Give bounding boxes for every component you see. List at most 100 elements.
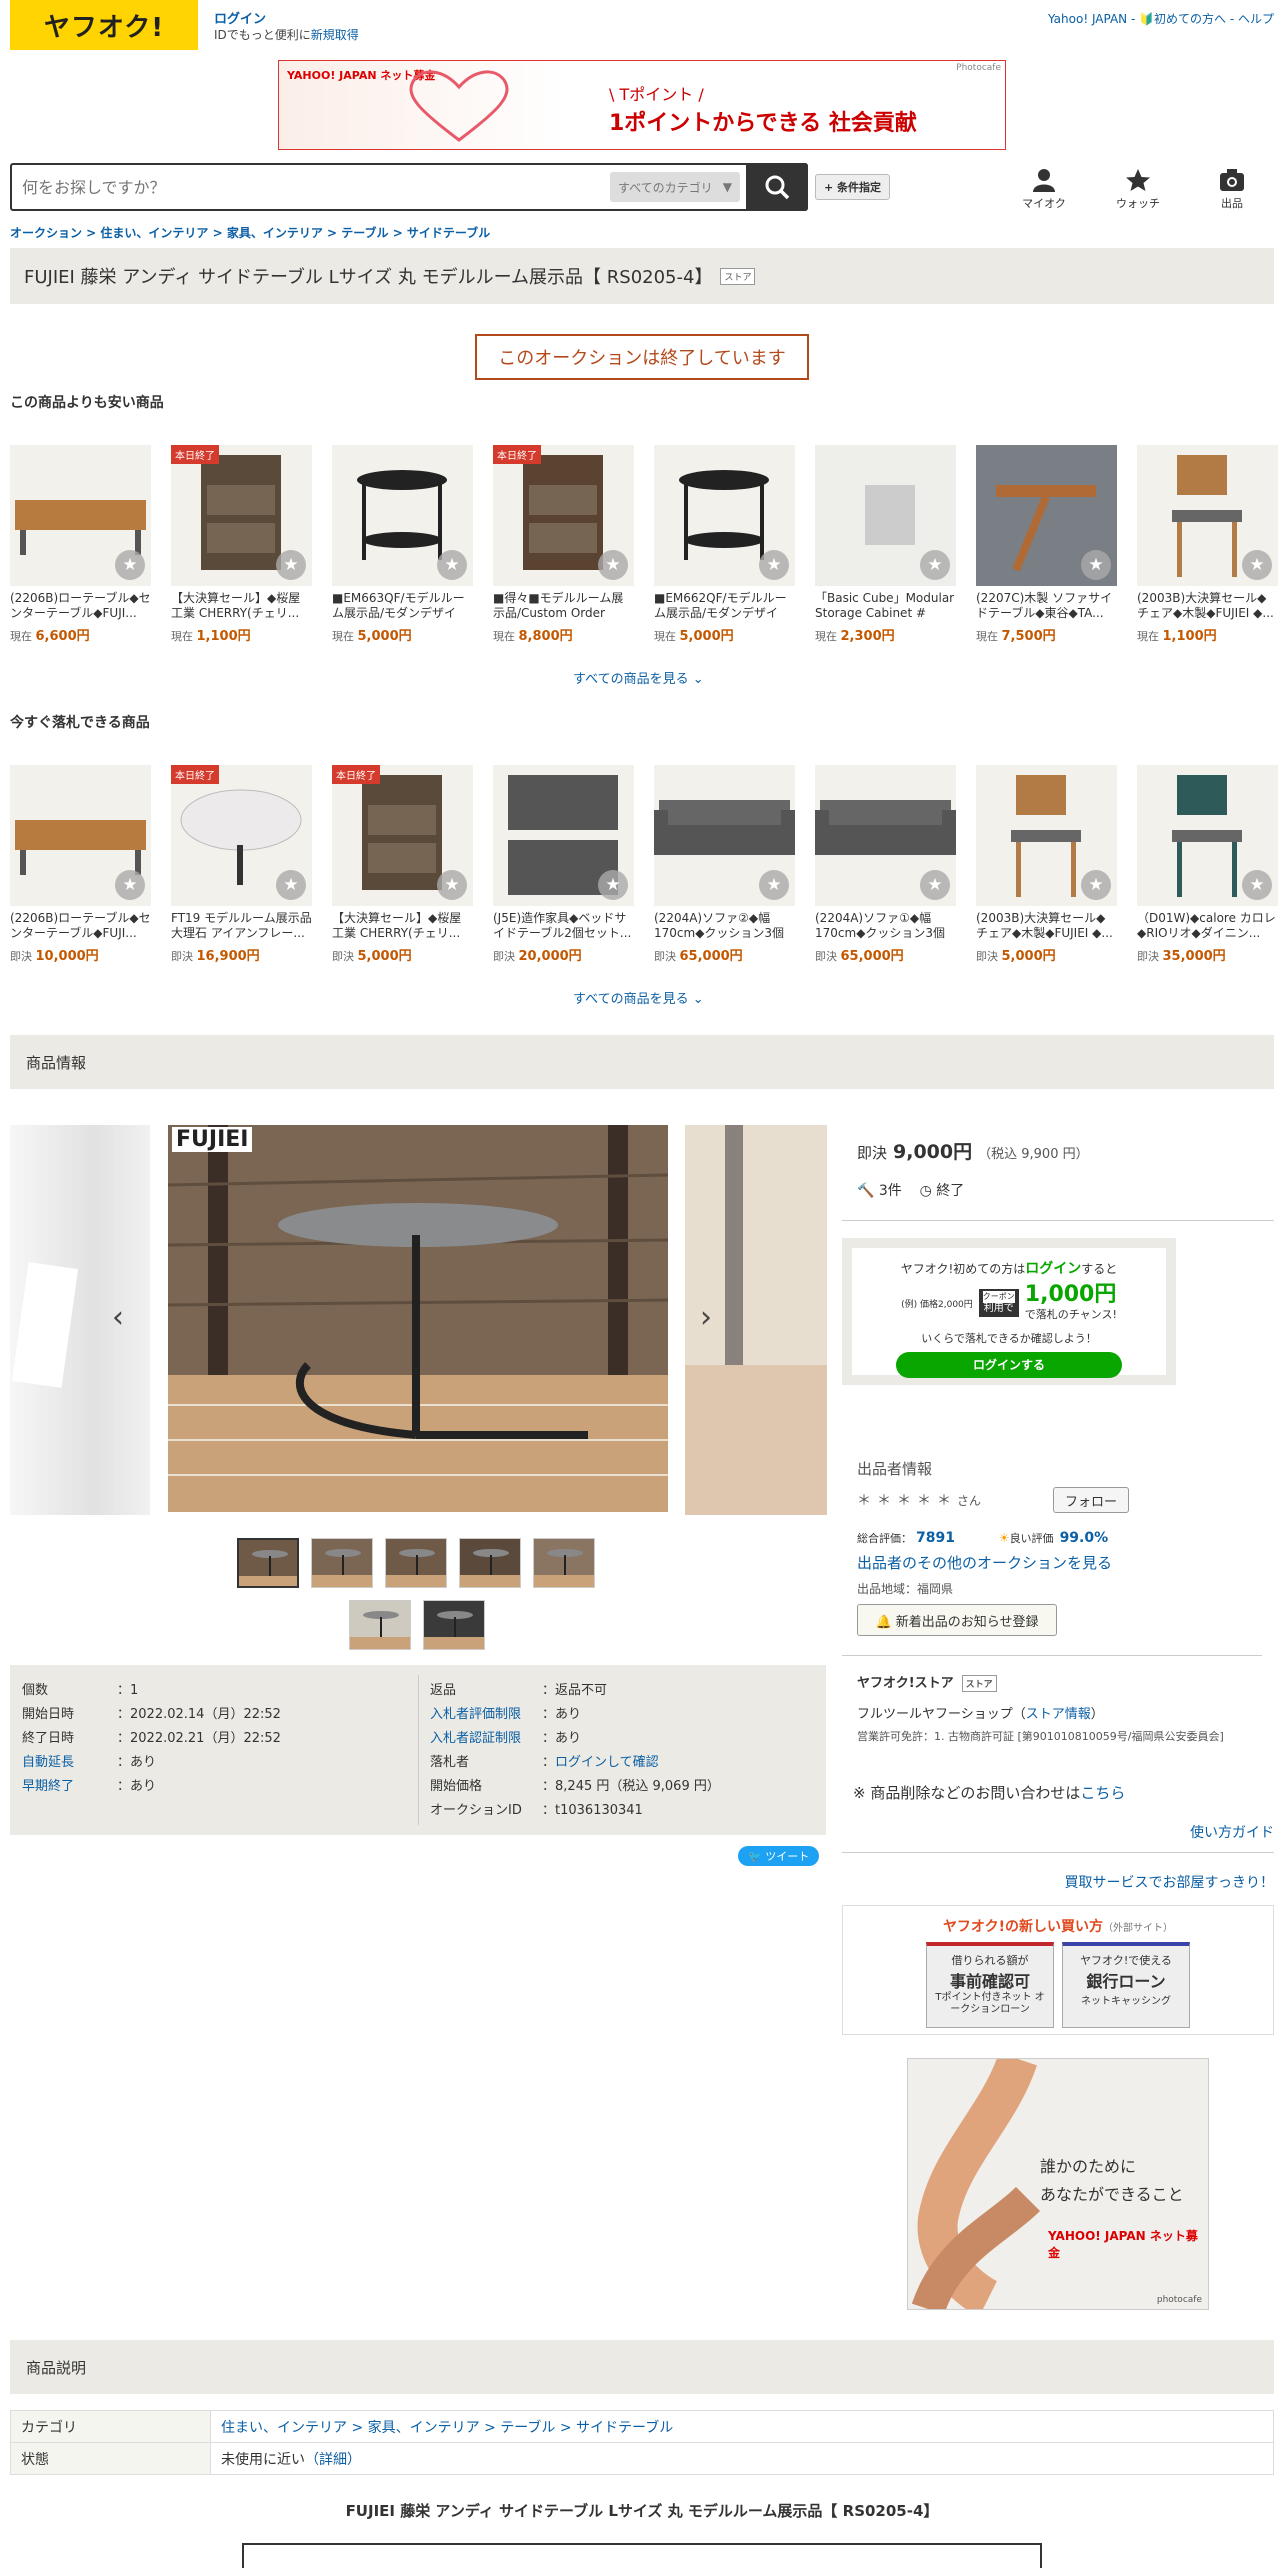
watch-star-icon[interactable]: ★: [1242, 550, 1272, 580]
watch-star-icon[interactable]: ★: [759, 870, 789, 900]
gallery-prev-image[interactable]: [10, 1125, 150, 1515]
product-thumbnail[interactable]: 本日終了 ★: [332, 765, 473, 906]
good-rating-pct[interactable]: 99.0%: [1060, 1530, 1109, 1546]
product-card[interactable]: ★ 「Basic Cube」Modular Storage Cabinet # …: [815, 445, 956, 644]
product-main-image[interactable]: FUJIEI: [168, 1125, 668, 1512]
product-card[interactable]: ★ (2204A)ソファ②◆幅170cm◆クッション3個付... 即決 65,0…: [654, 765, 795, 964]
watch-star-icon[interactable]: ★: [920, 870, 950, 900]
product-thumbnail[interactable]: ★: [815, 445, 956, 586]
product-name[interactable]: 【大決算セール】◆桜屋工業 CHERRY(チェリ...: [332, 911, 473, 941]
watch-star-icon[interactable]: ★: [276, 550, 306, 580]
watch-star-icon[interactable]: ★: [1081, 550, 1111, 580]
product-name[interactable]: (2204A)ソファ①◆幅170cm◆クッション3個付...: [815, 911, 956, 941]
product-thumbnail[interactable]: ★: [976, 765, 1117, 906]
yahuoku-logo[interactable]: ヤフオク!: [10, 0, 198, 50]
product-thumbnail[interactable]: ★: [1137, 765, 1278, 906]
category-value-link[interactable]: 住まい、インテリア > 家具、インテリア > テーブル > サイドテーブル: [210, 2410, 1274, 2443]
product-name[interactable]: ■EM662QF/モデルルーム展示品/モダンデザイン/...: [654, 591, 795, 621]
product-card[interactable]: ★ (2206B)ローテーブル◆センターテーブル◆FUJI... 即決 10,0…: [10, 765, 151, 964]
product-card[interactable]: ★ (2207C)木製 ソファサイドテーブル◆東谷◆TA... 現在 7,500…: [976, 445, 1117, 644]
product-thumbnail[interactable]: ★: [654, 445, 795, 586]
gallery-thumbnail[interactable]: [423, 1600, 485, 1650]
rating-value[interactable]: 7891: [916, 1530, 955, 1546]
product-thumbnail[interactable]: ★: [493, 765, 634, 906]
product-card[interactable]: 本日終了 ★ ■得々■モデルルーム展示品/Custom Order Item/.…: [493, 445, 634, 644]
product-thumbnail[interactable]: ★: [10, 445, 151, 586]
cheaper-see-all-link[interactable]: すべての商品を見る ⌄: [573, 668, 704, 687]
product-thumbnail[interactable]: 本日終了 ★: [493, 445, 634, 586]
condition-button[interactable]: + 条件指定: [815, 174, 891, 200]
product-name[interactable]: FT19 モデルルーム展示品 大理石 アイアンフレー...: [171, 911, 312, 941]
product-card[interactable]: ★ ■EM662QF/モデルルーム展示品/モダンデザイン/... 現在 5,00…: [654, 445, 795, 644]
usage-guide-link[interactable]: 使い方ガイド: [1190, 1822, 1274, 1842]
product-card[interactable]: ★ （D01W)◆calore カロレ◆RIOリオ◆ダイニン... 即決 35,…: [1137, 765, 1278, 964]
search-button[interactable]: [746, 163, 808, 211]
product-thumbnail[interactable]: ★: [815, 765, 956, 906]
gallery-thumbnail[interactable]: [459, 1538, 521, 1588]
store-info-link[interactable]: ストア情報: [1026, 1707, 1091, 1722]
product-card[interactable]: 本日終了 ★ 【大決算セール】◆桜屋工業 CHERRY(チェリ... 現在 1,…: [171, 445, 312, 644]
watch-star-icon[interactable]: ★: [276, 870, 306, 900]
breadcrumb[interactable]: オークション > 住まい、インテリア > 家具、インテリア > テーブル > サ…: [10, 224, 490, 241]
gallery-next-arrow[interactable]: ›: [700, 1300, 712, 1335]
info-key[interactable]: 早期終了: [22, 1775, 117, 1794]
watch-star-icon[interactable]: ★: [598, 870, 628, 900]
watch-star-icon[interactable]: ★: [437, 550, 467, 580]
product-name[interactable]: ■EM663QF/モデルルーム展示品/モダンデザイン/...: [332, 591, 473, 621]
product-card[interactable]: ★ (2003B)大決算セール◆チェア◆木製◆FUJIEI ◆... 即決 5,…: [976, 765, 1117, 964]
product-thumbnail[interactable]: ★: [654, 765, 795, 906]
watch-star-icon[interactable]: ★: [1081, 870, 1111, 900]
product-name[interactable]: (2003B)大決算セール◆チェア◆木製◆FUJIEI ◆...: [976, 911, 1117, 941]
signup-link[interactable]: 新規取得: [311, 28, 359, 42]
new-listing-notify-button[interactable]: 🔔 新着出品のお知らせ登録: [857, 1604, 1057, 1636]
product-card[interactable]: ★ (J5E)造作家具◆ベッドサイドテーブル2個セット... 即決 20,000…: [493, 765, 634, 964]
tweet-button[interactable]: 🐦 ツイート: [738, 1846, 820, 1866]
gallery-thumbnail[interactable]: [237, 1538, 299, 1588]
product-card[interactable]: ★ ■EM663QF/モデルルーム展示品/モダンデザイン/... 現在 5,00…: [332, 445, 473, 644]
product-name[interactable]: 「Basic Cube」Modular Storage Cabinet # Ar…: [815, 591, 956, 621]
state-detail-link[interactable]: （詳細）: [305, 2452, 361, 2468]
gallery-prev-arrow[interactable]: ‹: [112, 1300, 124, 1335]
product-name[interactable]: （D01W)◆calore カロレ◆RIOリオ◆ダイニン...: [1137, 911, 1278, 941]
product-thumbnail[interactable]: ★: [1137, 445, 1278, 586]
gallery-thumbnail[interactable]: [385, 1538, 447, 1588]
info-key[interactable]: 自動延長: [22, 1751, 117, 1770]
product-thumbnail[interactable]: 本日終了 ★: [171, 765, 312, 906]
follow-button[interactable]: フォロー: [1053, 1487, 1129, 1513]
watch-star-icon[interactable]: ★: [759, 550, 789, 580]
product-name[interactable]: (2207C)木製 ソファサイドテーブル◆東谷◆TA...: [976, 591, 1117, 621]
seller-other-auctions-link[interactable]: 出品者のその他のオークションを見る: [857, 1552, 1112, 1573]
product-name[interactable]: ■得々■モデルルーム展示品/Custom Order Item/...: [493, 591, 634, 621]
gallery-thumbnail[interactable]: [349, 1600, 411, 1650]
product-name[interactable]: (2206B)ローテーブル◆センターテーブル◆FUJI...: [10, 591, 151, 621]
watch-star-icon[interactable]: ★: [1242, 870, 1272, 900]
header-links[interactable]: Yahoo! JAPAN - 🔰初めての方へ - ヘルプ: [1048, 10, 1274, 27]
search-input[interactable]: [12, 165, 610, 209]
product-thumbnail[interactable]: ★: [10, 765, 151, 906]
product-name[interactable]: (J5E)造作家具◆ベッドサイドテーブル2個セット...: [493, 911, 634, 941]
buyback-service-link[interactable]: 買取サービスでお部屋すっきり！: [1065, 1872, 1274, 1892]
product-thumbnail[interactable]: ★: [332, 445, 473, 586]
product-thumbnail[interactable]: 本日終了 ★: [171, 445, 312, 586]
category-select[interactable]: すべてのカテゴリ ▼: [610, 172, 740, 202]
product-card[interactable]: 本日終了 ★ FT19 モデルルーム展示品 大理石 アイアンフレー... 即決 …: [171, 765, 312, 964]
info-value[interactable]: ログインして確認: [555, 1755, 659, 1770]
product-card[interactable]: 本日終了 ★ 【大決算セール】◆桜屋工業 CHERRY(チェリ... 即決 5,…: [332, 765, 473, 964]
product-name[interactable]: 【大決算セール】◆桜屋工業 CHERRY(チェリ...: [171, 591, 312, 621]
bank-loan-button[interactable]: ヤフオク!で使える 銀行ローン ネットキャッシング: [1062, 1942, 1190, 2028]
product-name[interactable]: (2204A)ソファ②◆幅170cm◆クッション3個付...: [654, 911, 795, 941]
gallery-thumbnail[interactable]: [533, 1538, 595, 1588]
watch-star-icon[interactable]: ★: [437, 870, 467, 900]
watch-star-icon[interactable]: ★: [115, 870, 145, 900]
info-key[interactable]: 入札者認証制限: [430, 1727, 542, 1746]
gallery-thumbnail[interactable]: [311, 1538, 373, 1588]
inquiry-link[interactable]: こちら: [1080, 1784, 1125, 1802]
watch-button[interactable]: ウォッチ: [1108, 168, 1168, 211]
product-card[interactable]: ★ (2003B)大決算セール◆チェア◆木製◆FUJIEI ◆... 現在 1,…: [1137, 445, 1278, 644]
product-card[interactable]: ★ (2204A)ソファ①◆幅170cm◆クッション3個付... 即決 65,0…: [815, 765, 956, 964]
seller-name[interactable]: ＊＊＊＊＊さん: [857, 1490, 981, 1510]
pre-approval-button[interactable]: 借りられる額が 事前確認可 Tポイント付きネット オークションローン: [926, 1942, 1054, 2028]
sell-button[interactable]: 出品: [1202, 168, 1262, 211]
info-key[interactable]: 入札者評価制限: [430, 1703, 542, 1722]
watch-star-icon[interactable]: ★: [598, 550, 628, 580]
